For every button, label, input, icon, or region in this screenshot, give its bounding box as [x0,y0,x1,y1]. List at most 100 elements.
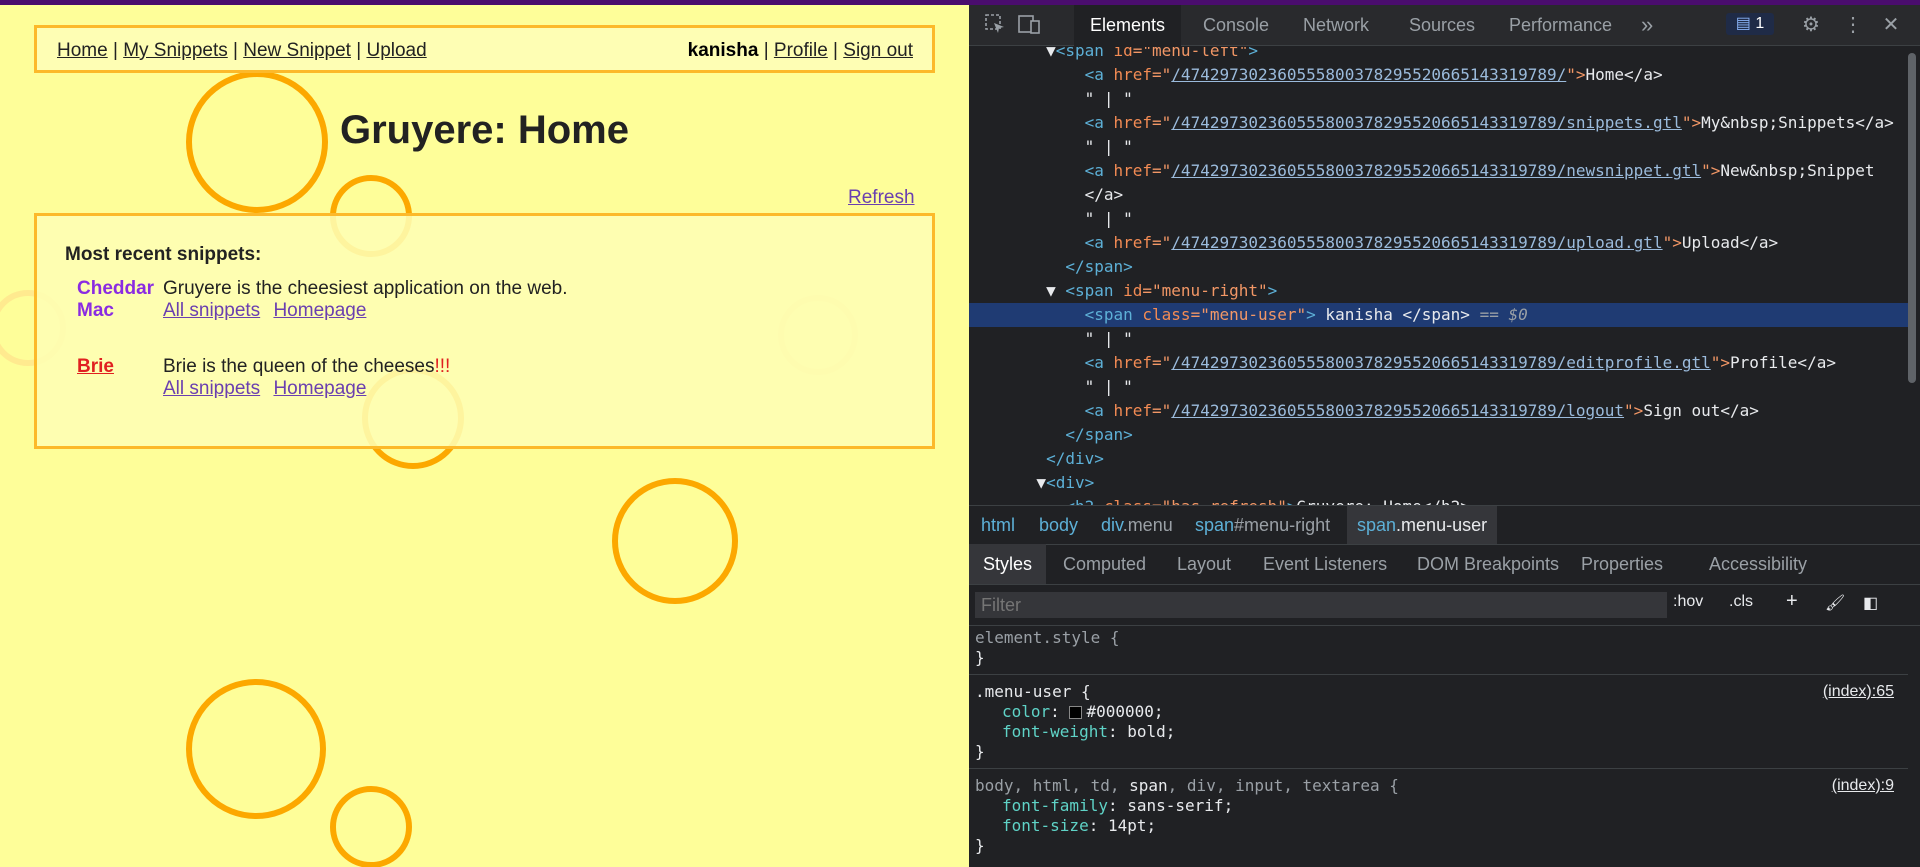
dom-node[interactable]: <a href="/474297302360555800378295520665… [969,63,1908,87]
menu-sign-out-link[interactable]: Sign out [843,40,913,61]
cheese-hole-decoration [612,478,738,604]
dom-node[interactable]: " | " [969,135,1908,159]
inspect-element-icon[interactable] [983,13,1007,37]
styles-subtabs: Styles Computed Layout Event Listeners D… [969,544,1920,585]
menu-home-link[interactable]: Home [57,40,108,61]
device-toolbar-icon[interactable] [1017,13,1041,37]
tab-event-listeners[interactable]: Event Listeners [1263,544,1387,584]
color-swatch[interactable] [1069,706,1083,719]
dom-node[interactable]: </span> [969,255,1908,279]
dom-node[interactable]: " | " [969,327,1908,351]
dom-node[interactable]: <a href="/474297302360555800378295520665… [969,399,1908,423]
rule-source-link[interactable]: (index):65 [1823,682,1894,702]
dom-node[interactable]: ▼<span id="menu-left"> [969,47,1908,63]
dom-href-link[interactable]: /474297302360555800378295520665143319789… [1171,113,1682,132]
settings-gear-icon[interactable]: ⚙ [1799,13,1823,37]
menu-user-name: kanisha [687,40,759,61]
dom-node[interactable]: " | " [969,375,1908,399]
hover-state-button[interactable]: :hov [1673,593,1703,611]
dom-tree[interactable]: ▼<span id="menu-left"> <a href="/4742973… [969,47,1908,505]
breadcrumb: html body div.menu span#menu-right span.… [969,505,1920,545]
issues-badge[interactable]: ▤ 1 [1726,13,1774,35]
dom-href-link[interactable]: /474297302360555800378295520665143319789… [1171,161,1701,180]
more-options-icon[interactable]: ⋮ [1841,13,1865,37]
dom-node[interactable]: </span> [969,423,1908,447]
toggle-sidebar-icon[interactable]: ◧ [1863,593,1878,613]
menu-profile-link[interactable]: Profile [774,40,828,61]
element-style-rule[interactable]: element.style { } [975,628,1904,668]
tab-properties[interactable]: Properties [1581,544,1663,584]
dom-node[interactable]: ▼<div> [969,471,1908,495]
tab-network[interactable]: Network [1303,5,1369,45]
rule-source-link[interactable]: (index):9 [1832,776,1894,796]
dom-node[interactable]: </div> [969,447,1908,471]
menu-new-snippet-link[interactable]: New Snippet [243,40,351,61]
close-icon[interactable]: ✕ [1879,13,1903,37]
new-style-rule-button[interactable]: + [1786,590,1798,613]
dom-node[interactable]: " | " [969,87,1908,111]
refresh-link[interactable]: Refresh [848,187,915,209]
cheese-hole-decoration [330,786,412,867]
tab-dom-breakpoints[interactable]: DOM Breakpoints [1417,544,1559,584]
menu-separator: | [233,40,238,61]
tab-elements[interactable]: Elements [1074,5,1182,47]
snippet-author-link[interactable]: Brie [77,356,114,378]
styles-filter-input[interactable] [975,592,1667,618]
dom-href-link[interactable]: /474297302360555800378295520665143319789… [1171,401,1624,420]
menu-separator: | [763,40,769,61]
breadcrumb-div-menu[interactable]: div.menu [1101,506,1173,544]
tab-sources[interactable]: Sources [1409,5,1475,45]
menu-my-snippets-link[interactable]: My Snippets [123,40,228,61]
devtools-toolbar: Elements Console Network Sources Perform… [969,5,1920,47]
dom-node[interactable]: <a href="/474297302360555800378295520665… [969,351,1908,375]
menu-upload-link[interactable]: Upload [366,40,426,61]
gruyere-page: Home | My Snippets | New Snippet | Uploa… [0,5,969,867]
inherited-font-rule[interactable]: body, html, td, span, div, input, textar… [975,776,1904,856]
dom-node[interactable]: <h2 class="has-refresh">Gruyere: Home</h… [969,495,1908,505]
tab-accessibility[interactable]: Accessibility [1709,544,1807,584]
dom-tree-scrollbar[interactable] [1908,53,1916,383]
class-toggle-button[interactable]: .cls [1729,593,1753,611]
style-property[interactable]: color: #000000; [975,702,1904,722]
all-snippets-link[interactable]: All snippets [163,378,260,399]
dom-node[interactable]: </a> [969,183,1908,207]
dom-href-link[interactable]: /474297302360555800378295520665143319789… [1171,233,1662,252]
all-snippets-link[interactable]: All snippets [163,300,260,321]
snippet-text: Brie is the queen of the cheeses!!! [163,356,450,378]
homepage-link[interactable]: Homepage [273,300,366,321]
top-menu: Home | My Snippets | New Snippet | Uploa… [34,25,935,73]
tab-computed[interactable]: Computed [1063,544,1146,584]
rule-close: } [975,648,985,667]
dom-href-link[interactable]: /474297302360555800378295520665143319789… [1171,65,1566,84]
dom-node[interactable]: ▼ <span id="menu-right"> [969,279,1908,303]
breadcrumb-html[interactable]: html [981,506,1015,544]
dom-node[interactable]: <a href="/474297302360555800378295520665… [969,231,1908,255]
snippet-text: Gruyere is the cheesiest application on … [163,278,568,300]
tab-console[interactable]: Console [1203,5,1269,45]
menu-separator: | [112,40,118,61]
style-property[interactable]: font-size: 14pt; [975,816,1904,836]
homepage-link[interactable]: Homepage [273,378,366,399]
dom-href-link[interactable]: /474297302360555800378295520665143319789… [1171,353,1710,372]
menu-user-rule[interactable]: .menu-user { (index):65 color: #000000; … [975,682,1904,762]
tab-styles[interactable]: Styles [969,544,1047,584]
snippet-links: All snippets Homepage [163,300,374,322]
snippet-text-main: Brie is the queen of the cheeses [163,356,435,377]
breadcrumb-span-menu-right[interactable]: span#menu-right [1195,506,1330,544]
style-property[interactable]: font-weight: bold; [975,722,1904,742]
style-property[interactable]: font-family: sans-serif; [975,796,1904,816]
dom-node-selected[interactable]: <span class="menu-user"> kanisha </span>… [969,303,1908,327]
dom-node[interactable]: <a href="/474297302360555800378295520665… [969,159,1908,183]
rule-close: } [975,836,985,855]
more-tabs-icon[interactable]: » [1641,5,1653,45]
tab-performance[interactable]: Performance [1509,5,1612,45]
breadcrumb-body[interactable]: body [1039,506,1078,544]
paint-brush-icon[interactable]: 🖌 [1825,593,1845,613]
dom-node[interactable]: <a href="/474297302360555800378295520665… [969,111,1908,135]
snippet-text-main: Gruyere is the cheesiest application on … [163,278,568,299]
breadcrumb-span-menu-user[interactable]: span.menu-user [1347,506,1498,544]
dom-node[interactable]: " | " [969,207,1908,231]
tab-layout[interactable]: Layout [1177,544,1231,584]
recent-snippets-heading: Most recent snippets: [65,244,262,265]
rule-selector: body, html, td, span, div, input, textar… [975,776,1399,795]
